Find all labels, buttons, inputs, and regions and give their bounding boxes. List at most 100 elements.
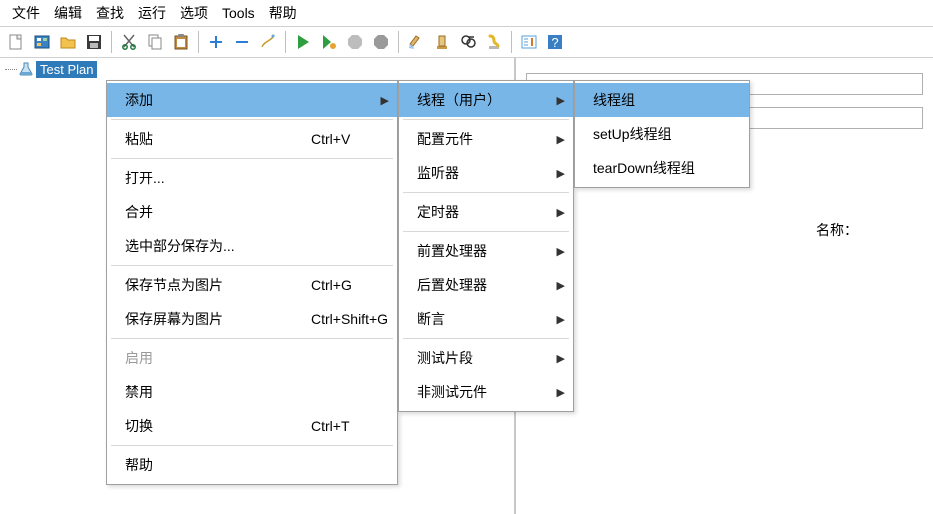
- menu-item-label: 切换: [125, 416, 275, 436]
- menu-item[interactable]: 后置处理器 ▶: [399, 268, 573, 302]
- menu-item-label: 前置处理器: [417, 241, 487, 261]
- tree-node-test-plan[interactable]: Test Plan: [18, 60, 97, 78]
- submenu-arrow-icon: ▶: [557, 167, 565, 180]
- menu-item-label: 配置元件: [417, 129, 473, 149]
- tree-node-label: Test Plan: [36, 61, 97, 78]
- menu-item[interactable]: 切换Ctrl+T: [107, 409, 397, 443]
- menu-separator: [111, 265, 393, 266]
- menu-item-shortcut: Ctrl+G: [311, 277, 352, 293]
- cut-icon[interactable]: [117, 30, 141, 54]
- run-icon[interactable]: [291, 30, 315, 54]
- menu-item-label: 禁用: [125, 382, 275, 402]
- toolbar-separator: [198, 31, 199, 53]
- toolbar: ?: [0, 26, 933, 58]
- menu-item[interactable]: 前置处理器▶: [399, 234, 573, 268]
- toolbar-separator: [111, 31, 112, 53]
- menu-item-label: 保存节点为图片: [125, 275, 275, 295]
- menu-item-label: 定时器: [417, 202, 459, 222]
- submenu-arrow-icon: ▶: [557, 279, 565, 292]
- menu-item-label: 线程组: [593, 90, 635, 110]
- submenu-arrow-icon: ▶: [557, 133, 565, 146]
- copy-icon[interactable]: [143, 30, 167, 54]
- menu-item[interactable]: 帮助: [107, 448, 397, 482]
- reset-search-icon[interactable]: [482, 30, 506, 54]
- menu-separator: [403, 338, 569, 339]
- clear-icon[interactable]: [404, 30, 428, 54]
- menu-item[interactable]: 文件: [6, 1, 46, 25]
- submenu-arrow-icon: ▶: [557, 313, 565, 326]
- menu-item-label: 后置处理器: [417, 275, 487, 295]
- menu-item-label: 打开...: [125, 168, 275, 188]
- menu-item[interactable]: 打开...: [107, 161, 397, 195]
- menu-item[interactable]: 帮助: [263, 1, 303, 25]
- menu-item[interactable]: Tools: [216, 3, 261, 23]
- menu-item-shortcut: Ctrl+V: [311, 131, 350, 147]
- menu-item-label: 添加: [125, 90, 275, 110]
- menu-item[interactable]: 线程（用户） ▶: [399, 83, 573, 117]
- menu-separator: [111, 158, 393, 159]
- search-icon[interactable]: [456, 30, 480, 54]
- submenu-arrow-icon: ▶: [557, 386, 565, 399]
- submenu-arrow-icon: ▶: [557, 206, 565, 219]
- menu-item-label: 线程（用户）: [417, 90, 501, 110]
- save-icon[interactable]: [82, 30, 106, 54]
- menu-item[interactable]: 添加 ▶: [107, 83, 397, 117]
- collapse-icon[interactable]: [230, 30, 254, 54]
- menu-item[interactable]: 禁用: [107, 375, 397, 409]
- menu-item[interactable]: 定时器 ▶: [399, 195, 573, 229]
- submenu-arrow-icon: ▶: [557, 352, 565, 365]
- paste-icon[interactable]: [169, 30, 193, 54]
- expand-icon[interactable]: [204, 30, 228, 54]
- menu-item[interactable]: 查找: [90, 1, 130, 25]
- menu-item[interactable]: 非测试元件 ▶: [399, 375, 573, 409]
- menu-item-label: 非测试元件: [417, 382, 487, 402]
- folder-open-icon[interactable]: [56, 30, 80, 54]
- submenu-arrow-icon: ▶: [381, 94, 389, 107]
- clear-all-icon[interactable]: [430, 30, 454, 54]
- menu-item[interactable]: setUp线程组: [575, 117, 749, 151]
- menu-separator: [403, 192, 569, 193]
- run-no-pause-icon[interactable]: [317, 30, 341, 54]
- menu-item-label: 合并: [125, 202, 275, 222]
- menu-item[interactable]: 合并: [107, 195, 397, 229]
- menu-item[interactable]: 选项: [174, 1, 214, 25]
- menubar: 文件编辑查找运行选项Tools帮助: [0, 0, 933, 26]
- toolbar-separator: [285, 31, 286, 53]
- menu-item-shortcut: Ctrl+Shift+G: [311, 311, 388, 327]
- menu-item[interactable]: 配置元件 ▶: [399, 122, 573, 156]
- menu-item-label: 测试片段: [417, 348, 473, 368]
- toolbar-separator: [398, 31, 399, 53]
- menu-item[interactable]: 线程组: [575, 83, 749, 117]
- menu-separator: [111, 119, 393, 120]
- menu-item[interactable]: 测试片段 ▶: [399, 341, 573, 375]
- file-new-icon[interactable]: [4, 30, 28, 54]
- svg-text:?: ?: [551, 35, 558, 50]
- menu-item[interactable]: 编辑: [48, 1, 88, 25]
- menu-item[interactable]: 保存节点为图片 Ctrl+G: [107, 268, 397, 302]
- submenu-threads: 线程组 setUp线程组 tearDown线程组: [574, 80, 750, 188]
- menu-item-label: 粘贴: [125, 129, 275, 149]
- submenu-arrow-icon: ▶: [557, 94, 565, 107]
- menu-separator: [403, 231, 569, 232]
- stop-icon[interactable]: [343, 30, 367, 54]
- help-icon[interactable]: ?: [543, 30, 567, 54]
- menu-item-label: tearDown线程组: [593, 158, 695, 178]
- templates-icon[interactable]: [30, 30, 54, 54]
- menu-item-label: 帮助: [125, 455, 275, 475]
- menu-separator: [403, 119, 569, 120]
- toolbar-separator: [511, 31, 512, 53]
- menu-item[interactable]: 监听器▶: [399, 156, 573, 190]
- menu-separator: [111, 338, 393, 339]
- flask-icon: [18, 61, 34, 77]
- toggle-icon[interactable]: [256, 30, 280, 54]
- menu-item[interactable]: tearDown线程组: [575, 151, 749, 185]
- menu-item[interactable]: 选中部分保存为...: [107, 229, 397, 263]
- menu-item: 启用: [107, 341, 397, 375]
- function-helper-icon[interactable]: [517, 30, 541, 54]
- menu-item[interactable]: 运行: [132, 1, 172, 25]
- menu-item[interactable]: 粘贴 Ctrl+V: [107, 122, 397, 156]
- shutdown-icon[interactable]: [369, 30, 393, 54]
- menu-item[interactable]: 断言▶: [399, 302, 573, 336]
- menu-item-label: 保存屏幕为图片: [125, 309, 275, 329]
- menu-item[interactable]: 保存屏幕为图片 Ctrl+Shift+G: [107, 302, 397, 336]
